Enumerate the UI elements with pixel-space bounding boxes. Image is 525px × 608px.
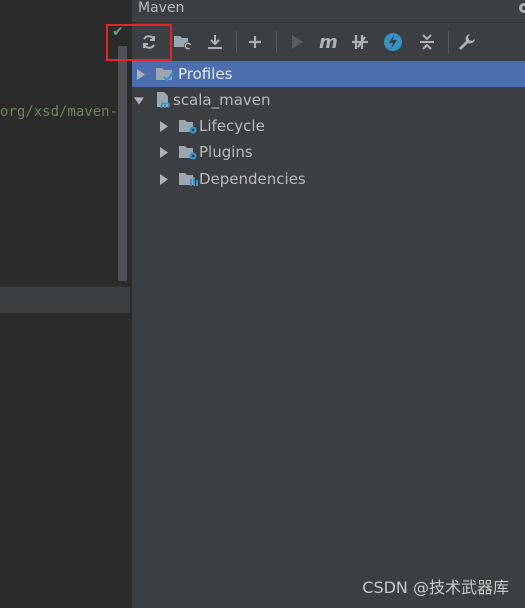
maven-project-icon: m <box>154 91 172 109</box>
plugins-folder-icon <box>178 144 198 161</box>
maven-header: Maven <box>132 0 525 21</box>
svg-text:m: m <box>160 100 170 109</box>
expand-arrow-icon[interactable] <box>158 173 168 185</box>
tree-label: Profiles <box>178 65 233 83</box>
editor-scrollbar[interactable] <box>118 46 127 281</box>
code-line: org/xsd/maven-4 <box>0 104 127 120</box>
tree-label: Plugins <box>199 143 253 161</box>
code-editor[interactable]: ✔ org/xsd/maven-4 <box>0 0 130 608</box>
tree-label: scala_maven <box>173 91 271 109</box>
editor-bottom-pane <box>0 313 130 608</box>
tree-node-lifecycle[interactable]: Lifecycle <box>132 113 525 139</box>
maven-tool-window: Maven m Profiles m scala_maven Lifecycle… <box>132 0 525 608</box>
tree-label: Lifecycle <box>199 117 265 135</box>
run-icon[interactable] <box>286 31 308 53</box>
offline-icon[interactable] <box>350 31 372 53</box>
collapse-icon[interactable] <box>416 31 438 53</box>
wrench-icon[interactable] <box>456 31 478 53</box>
svg-text:m: m <box>319 33 338 51</box>
maven-m-icon[interactable]: m <box>318 31 340 53</box>
expand-arrow-icon[interactable] <box>158 120 168 132</box>
toolbar-separator <box>276 31 277 53</box>
tree-node-plugins[interactable]: Plugins <box>132 139 525 165</box>
download-icon[interactable] <box>204 31 226 53</box>
lifecycle-folder-icon <box>178 118 198 135</box>
tree-node-profiles[interactable]: Profiles <box>132 61 525 87</box>
editor-divider[interactable] <box>0 286 130 314</box>
tree-node-dependencies[interactable]: Dependencies <box>132 166 525 192</box>
toolbar-separator <box>236 31 237 53</box>
lightning-icon[interactable] <box>382 31 404 53</box>
plus-icon[interactable] <box>244 31 266 53</box>
toolbar-separator <box>448 31 449 53</box>
profiles-folder-icon <box>155 66 175 83</box>
folder-refresh-icon[interactable] <box>172 31 194 53</box>
maven-title: Maven <box>138 0 185 16</box>
dependencies-folder-icon <box>178 171 198 188</box>
maven-toolbar: m <box>132 22 525 62</box>
tree-label: Dependencies <box>199 170 306 188</box>
highlight-box <box>106 24 172 61</box>
watermark: CSDN @技术武器库 <box>362 578 509 597</box>
expand-arrow-icon[interactable] <box>135 68 145 80</box>
tree-node-project[interactable]: m scala_maven <box>132 87 525 113</box>
gear-icon[interactable] <box>517 0 525 14</box>
collapse-arrow-icon[interactable] <box>134 95 144 105</box>
expand-arrow-icon[interactable] <box>158 146 168 158</box>
